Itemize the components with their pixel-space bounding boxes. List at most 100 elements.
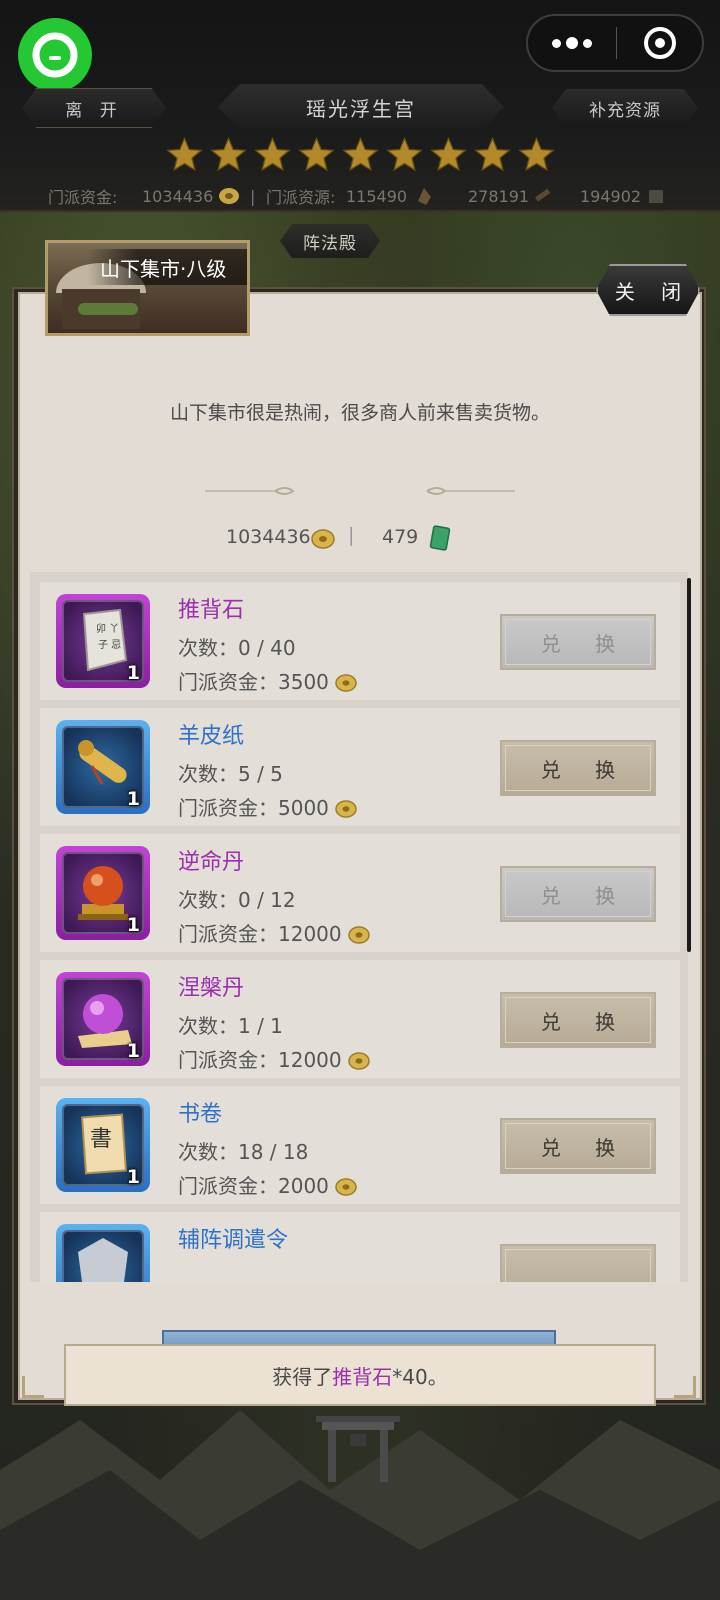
supply-resources-button[interactable]: 补充资源: [552, 89, 698, 127]
star-icon: [254, 136, 291, 172]
corner-ornament: [674, 1376, 696, 1398]
exit-miniprogram-icon[interactable]: [617, 16, 702, 70]
reward-toast: 获得了 推背石 *40。: [64, 1344, 656, 1406]
resource-label: 门派资源:: [266, 188, 336, 207]
item-name: 辅阵调遣令: [178, 1228, 289, 1253]
fund-label: 门派资金:: [48, 188, 118, 207]
star-icon: [298, 136, 335, 172]
wood-icon: [535, 188, 551, 202]
jade-balance: 479: [382, 526, 419, 548]
star-icon: [210, 136, 247, 172]
coin-icon: [347, 1052, 370, 1070]
item-cost: 门派资金：12000: [178, 1044, 370, 1073]
svg-text:書: 書: [90, 1127, 112, 1152]
coin-balance: 1034436: [226, 526, 311, 548]
item-icon-frame[interactable]: 卯 丫子 忌 1: [56, 594, 150, 688]
exchange-button[interactable]: 兑 换: [500, 992, 656, 1048]
item-icon-frame[interactable]: 書1: [56, 1098, 150, 1192]
item-quantity: 1: [126, 914, 140, 936]
item-icon-frame[interactable]: 1: [56, 846, 150, 940]
fund-value: 1034436: [142, 186, 214, 206]
currency-row: 1034436 | 479: [20, 524, 700, 554]
chat-logo-icon[interactable]: [18, 18, 92, 92]
item-count: 次数：0 / 12: [178, 888, 296, 912]
coin-icon: [311, 529, 335, 549]
item-count: 次数：0 / 40: [178, 636, 296, 660]
item-icon-frame[interactable]: 1: [56, 720, 150, 814]
leave-button[interactable]: 离 开: [22, 89, 166, 127]
close-button[interactable]: 关 闭: [596, 264, 700, 316]
item-cost-text: 门派资金：12000: [178, 1048, 342, 1072]
resource-divider: |: [250, 186, 256, 206]
svg-text:子 忌: 子 忌: [98, 639, 121, 651]
stone-icon: [649, 190, 663, 203]
market-description: 山下集市很是热闹，很多商人前来售卖货物。: [169, 402, 550, 424]
exchange-button[interactable]: 兑 换: [500, 1118, 656, 1174]
exchange-button[interactable]: 兑 换: [500, 866, 656, 922]
star-icon: [430, 136, 467, 172]
star-icon: [166, 136, 203, 172]
item-cost-text: 门派资金：5000: [178, 796, 329, 820]
item-quantity: 1: [126, 788, 140, 810]
coin-icon: [335, 1178, 357, 1196]
item-cost-text: 门派资金：3500: [178, 670, 329, 694]
token-icon: [62, 1230, 144, 1282]
jade-icon: [429, 525, 451, 551]
item-name: 逆命丹: [178, 850, 245, 875]
exchange-button[interactable]: 兑 换: [500, 614, 656, 670]
item-icon-frame[interactable]: 1: [56, 972, 150, 1066]
exchange-button[interactable]: [500, 1244, 656, 1282]
list-item: 1 逆命丹次数：0 / 12 门派资金：12000 兑 换: [40, 834, 680, 952]
exchange-button[interactable]: 兑 换: [500, 740, 656, 796]
item-cost-text: 门派资金：2000: [178, 1174, 329, 1198]
wood-value: 278191: [468, 186, 530, 206]
divider-ornament: [205, 487, 515, 495]
toast-prefix: 获得了: [272, 1364, 333, 1389]
top-header: 离 开 瑶光浮生宫 补充资源 门派资金: 1034436 | 门派资源: 115…: [0, 0, 720, 212]
item-cost: 门派资金：5000: [178, 792, 357, 821]
star-icon: [386, 136, 423, 172]
item-cost: 门派资金：2000: [178, 1170, 357, 1199]
item-cost: 门派资金：12000: [178, 918, 370, 947]
toast-item: 推背石: [332, 1364, 393, 1389]
item-quantity: 1: [126, 662, 140, 684]
item-cost-text: 门派资金：12000: [178, 922, 342, 946]
coin-icon: [335, 674, 357, 692]
item-name: 涅槃丹: [178, 976, 245, 1001]
item-name: 推背石: [178, 598, 245, 623]
item-icon-frame[interactable]: [56, 1224, 150, 1282]
item-quantity: 1: [126, 1040, 140, 1062]
hall-tab[interactable]: 阵法殿: [280, 224, 380, 258]
market-thumbnail: 山下集市·八级: [45, 240, 250, 336]
miniprogram-capsule: [526, 14, 704, 72]
item-name: 羊皮纸: [178, 724, 245, 749]
resource-value: 115490: [346, 186, 408, 206]
corner-ornament: [22, 1376, 44, 1398]
item-count: 次数：5 / 5: [178, 762, 283, 786]
more-options-icon[interactable]: [528, 16, 616, 70]
item-count: 次数：1 / 1: [178, 1014, 283, 1038]
star-icon: [342, 136, 379, 172]
toast-suffix: *40。: [392, 1364, 448, 1389]
list-item: 辅阵调遣令: [40, 1212, 680, 1282]
item-cost: 门派资金：3500: [178, 666, 357, 695]
star-icon: [518, 136, 555, 172]
list-item: 卯 丫子 忌 1 推背石 次数：0 / 40 门派资金：3500 兑 换: [40, 582, 680, 700]
list-scrollbar[interactable]: [687, 578, 691, 952]
list-item: 書 1 书卷 次数：18 / 18 门派资金：2000 兑 换: [40, 1086, 680, 1204]
list-item: 1 羊皮纸次数：5 / 5 门派资金：5000 兑 换: [40, 708, 680, 826]
stone-value: 194902: [580, 186, 642, 206]
star-icon: [474, 136, 511, 172]
item-name: 书卷: [178, 1102, 223, 1127]
coin-icon: [347, 926, 370, 944]
ore-icon: [418, 188, 431, 205]
star-rating: [166, 136, 556, 176]
gate-structure: [316, 1416, 400, 1482]
coin-icon: [219, 188, 239, 204]
list-item: 1 涅槃丹次数：1 / 1 门派资金：12000 兑 换: [40, 960, 680, 1078]
market-title: 山下集市·八级: [100, 257, 227, 281]
item-quantity: 1: [126, 1166, 140, 1188]
coin-icon: [335, 800, 357, 818]
palace-title: 瑶光浮生宫: [218, 84, 504, 130]
resource-bar: 门派资金: 1034436 | 门派资源: 115490 278191 1949…: [0, 182, 720, 210]
